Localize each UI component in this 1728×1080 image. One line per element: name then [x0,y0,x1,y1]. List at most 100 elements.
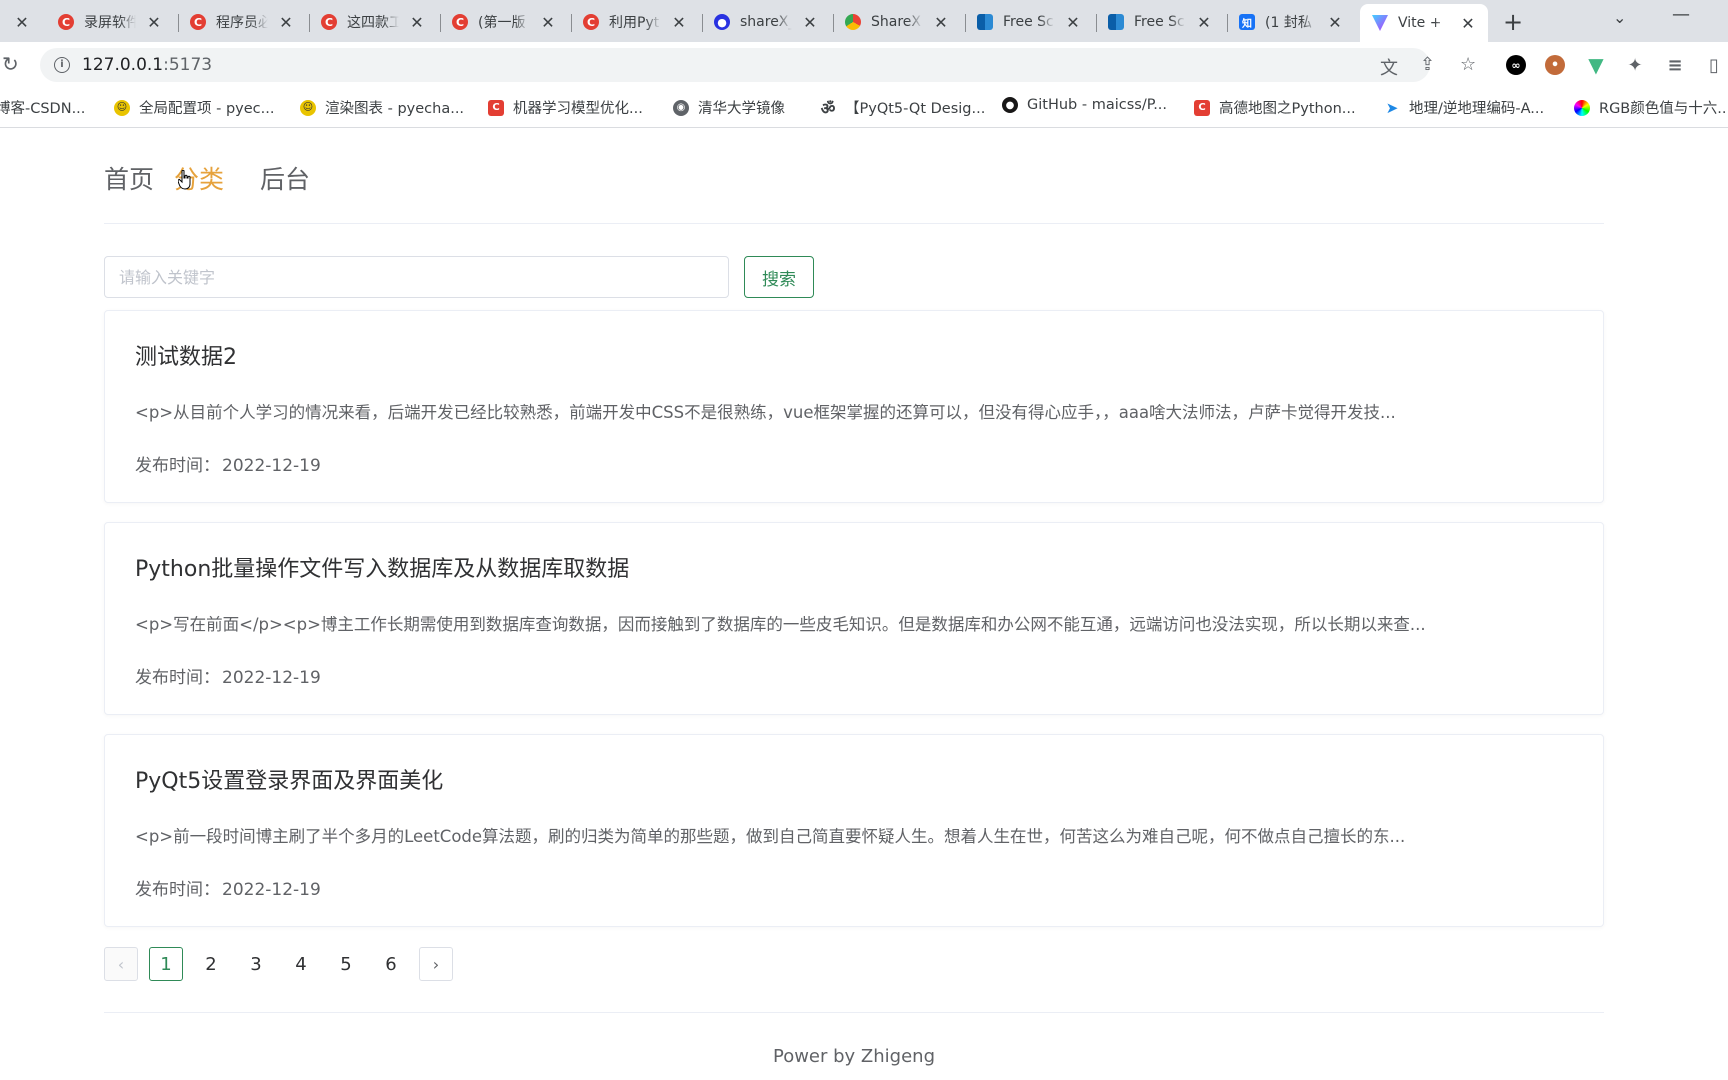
article-summary: <p>前一段时间博主刷了半个多月的LeetCode算法题，刷的归类为简单的那些题… [135,827,1406,846]
close-tab-icon[interactable]: ✕ [409,13,425,32]
bookmark-item[interactable]: 博客-CSDN... [0,97,85,118]
tab-separator [309,14,310,32]
bookmark-label: 全局配置项 - pyec... [139,101,275,117]
nav-divider [104,223,1604,224]
page-3[interactable]: 3 [239,947,273,981]
bookmark-item[interactable]: ◉ 清华大学镜像 [673,97,785,118]
browser-tab[interactable]: C 录屏软件 ✕ [58,6,162,38]
bookmark-item[interactable]: ☺ 渲染图表 - pyecha... [300,97,464,118]
search-button[interactable]: 搜索 [744,256,814,298]
share-icon[interactable]: ⇪ [1420,54,1435,75]
close-tab-icon[interactable]: ✕ [802,13,818,32]
tsinghua-bookmark-icon: ◉ [673,99,689,116]
page-5[interactable]: 5 [329,947,363,981]
tab-separator [571,14,572,32]
extensions-puzzle-icon[interactable]: ✦ [1625,55,1645,76]
reload-icon[interactable]: ↻ [2,52,19,76]
url-host: 127.0.0.1 [82,55,164,75]
reading-list-icon[interactable]: ≡ [1665,55,1685,76]
tab-separator [178,14,179,32]
translate-icon[interactable]: 文 [1380,54,1398,80]
extension-infinity-icon[interactable]: ∞ [1506,55,1526,75]
close-tab-icon[interactable]: ✕ [1327,13,1343,32]
browser-tab[interactable]: C 利用Pyt ✕ [583,6,687,38]
address-bar[interactable]: i 127.0.0.1:5173 文 ⇪ ☆ [40,48,1476,82]
bookmark-item[interactable]: ● GitHub - maicss/P... [1002,97,1167,113]
prev-page-button[interactable]: ‹ [104,947,138,981]
tab-search-icon[interactable]: ⌄ [1613,8,1626,27]
profile-avatar-icon[interactable]: • [1545,55,1565,75]
close-tab-icon[interactable]: ✕ [671,13,687,32]
browser-tab[interactable]: Free Sc ✕ [977,6,1081,38]
article-card[interactable]: PyQt5设置登录界面及界面美化 <p>前一段时间博主刷了半个多月的LeetCo… [104,734,1604,927]
csdn-favicon-icon: C [321,14,337,30]
article-title[interactable]: PyQt5设置登录界面及界面美化 [135,763,443,795]
nav-home[interactable]: 首页 [104,160,154,196]
article-card[interactable]: Python批量操作文件写入数据库及从数据库取数据 <p>写在前面</p><p>… [104,522,1604,715]
close-tab-icon[interactable]: ✕ [1065,13,1081,32]
site-info-icon[interactable]: i [54,57,70,73]
bookmark-item[interactable]: ॐ 【PyQt5-Qt Desig... [820,97,986,118]
bookmark-item[interactable]: C 机器学习模型优化... [488,97,643,118]
ms-favicon-icon [1108,14,1124,30]
tab-title: shareX_ [740,14,792,30]
nav-admin[interactable]: 后台 [260,160,310,196]
new-tab-icon[interactable]: + [1503,8,1523,36]
article-date-value: 2022-12-19 [222,880,321,900]
article-title[interactable]: Python批量操作文件写入数据库及从数据库取数据 [135,551,629,583]
zhihu-favicon-icon: 知 [1239,14,1255,30]
top-nav: 首页 分类 后台 [104,160,330,196]
article-date-value: 2022-12-19 [222,668,321,688]
bookmark-item[interactable]: ☺ 全局配置项 - pyec... [114,97,274,118]
browser-tab[interactable]: ShareX ✕ [845,6,949,38]
tab-separator [440,14,441,32]
browser-tab[interactable]: C 程序员必 ✕ [190,6,294,38]
close-tab-icon[interactable]: ✕ [1196,13,1212,32]
tab-title: 程序员必 [216,15,268,31]
browser-tab[interactable]: Vite + ✕ [1360,4,1488,42]
baidu-favicon-icon: ● [714,14,730,30]
ms-favicon-icon [977,14,993,30]
pye-bookmark-icon: ☺ [300,99,316,116]
bookmark-label: 博客-CSDN... [0,101,86,117]
bookmark-label: 渲染图表 - pyecha... [325,101,465,117]
search-input[interactable] [104,256,729,298]
page-1[interactable]: 1 [149,947,183,981]
url-port: :5173 [163,55,213,75]
side-panel-icon[interactable]: ▯ [1704,55,1724,76]
partial-tab-close-icon[interactable]: ✕ [14,6,30,38]
article-card[interactable]: 测试数据2 <p>从目前个人学习的情况来看，后端开发已经比较熟悉，前端开发中CS… [104,310,1604,503]
bookmark-item[interactable]: C 高德地图之Python... [1194,97,1356,118]
bookmark-label: GitHub - maicss/P... [1027,97,1168,113]
page-2[interactable]: 2 [194,947,228,981]
next-page-button[interactable]: › [419,947,453,981]
bookmark-item[interactable]: RGB颜色值与十六... [1574,97,1728,118]
footer-divider [104,1012,1604,1013]
vue-devtools-icon[interactable]: ▼ [1586,53,1606,77]
article-summary: <p>从目前个人学习的情况来看，后端开发已经比较熟悉，前端开发中CSS不是很熟练… [135,403,1396,422]
bookmark-star-icon[interactable]: ☆ [1460,54,1476,75]
close-tab-icon[interactable]: ✕ [540,13,556,32]
csdn-favicon-icon: C [190,14,206,30]
tab-title: Vite + [1398,15,1442,31]
browser-tab[interactable]: ● shareX_ ✕ [714,6,818,38]
article-title[interactable]: 测试数据2 [135,339,237,371]
browser-tab[interactable]: C (第一版 ✕ [452,6,556,38]
close-tab-icon[interactable]: ✕ [146,13,162,32]
browser-tab[interactable]: Free Sc ✕ [1108,6,1212,38]
minimize-icon[interactable]: — [1672,4,1690,25]
browser-tab[interactable]: C 这四款工 ✕ [321,6,425,38]
close-tab-icon[interactable]: ✕ [933,13,949,32]
bookmark-label: 机器学习模型优化... [513,101,643,117]
page-4[interactable]: 4 [284,947,318,981]
gh-bookmark-icon: ● [1002,97,1018,113]
page-6[interactable]: 6 [374,947,408,981]
browser-tab[interactable]: 知 (1 封私 ✕ [1239,6,1343,38]
article-date: 发布时间： 2022-12-19 [135,875,321,900]
bookmark-item[interactable]: ➤ 地理/逆地理编码-A... [1384,97,1544,118]
close-tab-icon[interactable]: ✕ [278,13,294,32]
pye-bookmark-icon: ☺ [114,99,130,116]
close-tab-icon[interactable]: ✕ [1460,14,1476,33]
article-date-label: 发布时间： [135,880,220,900]
bookmark-label: 【PyQt5-Qt Desig... [845,101,986,117]
